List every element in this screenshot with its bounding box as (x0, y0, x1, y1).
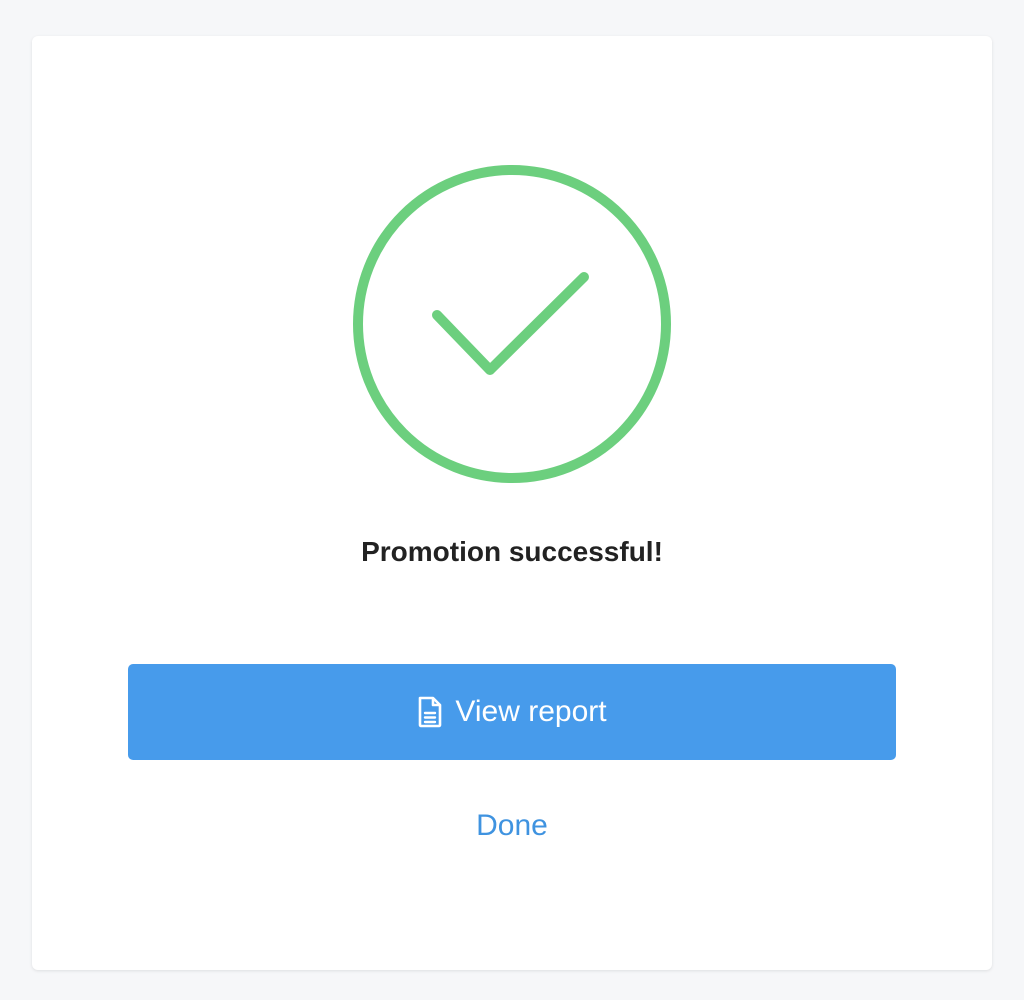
success-message: Promotion successful! (361, 536, 663, 567)
document-icon (417, 696, 443, 728)
view-report-label: View report (455, 695, 607, 728)
check-circle-icon (352, 164, 672, 484)
done-button[interactable]: Done (412, 802, 612, 850)
view-report-button[interactable]: View report (128, 664, 896, 760)
success-dialog: Promotion successful! View report Done (32, 36, 992, 970)
